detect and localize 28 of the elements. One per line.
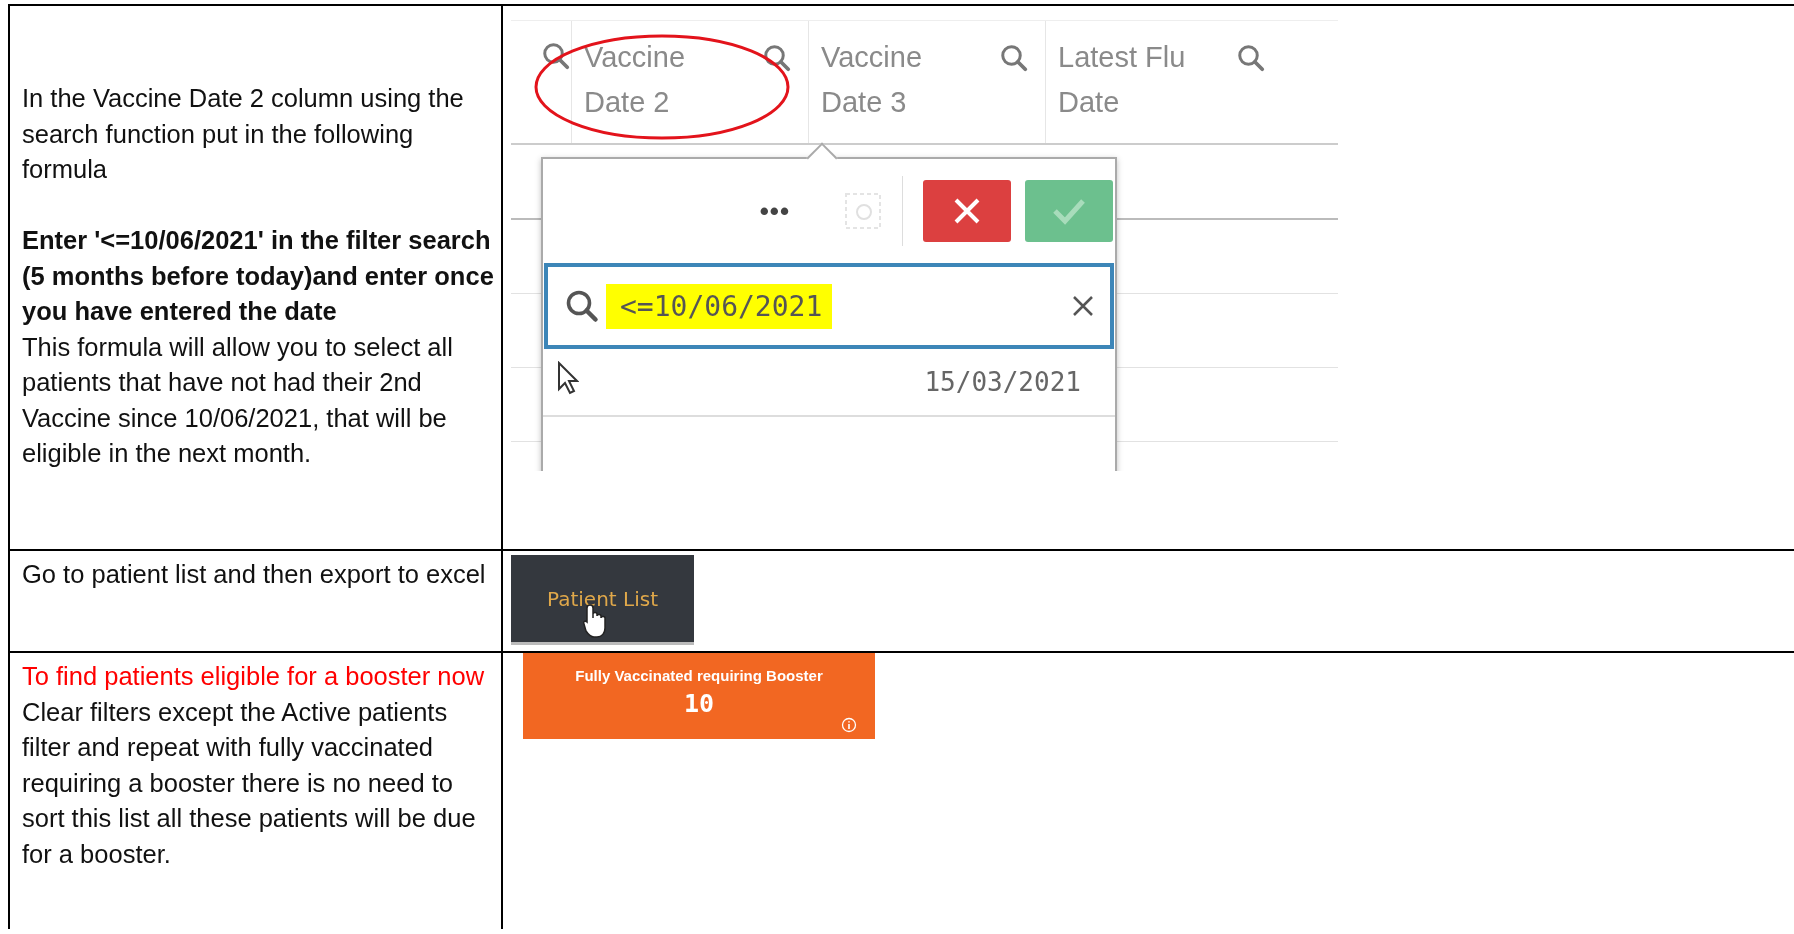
more-button[interactable]: •••: [759, 195, 790, 227]
close-icon: [952, 196, 982, 226]
instruction-text: In the Vaccine Date 2 column using the search function put in the following formula: [22, 83, 465, 186]
mouse-pointer-icon: [557, 361, 579, 395]
column-header[interactable]: Vaccine Date 3: [821, 35, 971, 125]
search-value: <=10/06/2021: [606, 283, 833, 329]
clear-selection-icon: [844, 192, 882, 230]
search-field[interactable]: <=10/06/2021: [544, 263, 1114, 349]
search-icon[interactable]: [541, 41, 571, 71]
instruction-text: This formula will allow you to select all patients that have not had their 2nd Vaccine since 10/06/2021, that will be eligible in the next month.: [22, 331, 454, 470]
kpi-title: Fully Vaccinated requiring Booster: [575, 667, 823, 684]
checkmark-icon: [1052, 197, 1086, 225]
section-heading: To find patients eligible for a booster now: [22, 661, 486, 692]
instruction-text: Go to patient list and then export to excel: [22, 559, 487, 590]
kpi-card[interactable]: Fully Vaccinated requiring Booster 10: [523, 653, 875, 739]
kpi-value: 10: [683, 689, 715, 718]
search-icon[interactable]: [762, 43, 792, 73]
search-icon[interactable]: [999, 43, 1029, 73]
patient-list-button[interactable]: Patient List: [511, 555, 694, 645]
instruction-text: Clear filters except the Active patients filter and repeat with fully vaccinated requiring a booster there is no need to sort this list all these patients will be due for a booster.: [22, 696, 477, 870]
cancel-button[interactable]: [923, 180, 1011, 242]
list-item[interactable]: 15/03/2021: [924, 367, 1081, 397]
instruction-text: Enter '<=10/06/2021' in the filter search (5 months before today)and enter once you have entered the date: [22, 225, 495, 328]
search-icon[interactable]: [1236, 43, 1266, 73]
clear-icon[interactable]: [1072, 295, 1094, 317]
search-icon[interactable]: [564, 288, 600, 324]
info-icon[interactable]: [841, 717, 857, 733]
column-header[interactable]: Latest Flu Date: [1058, 35, 1208, 125]
